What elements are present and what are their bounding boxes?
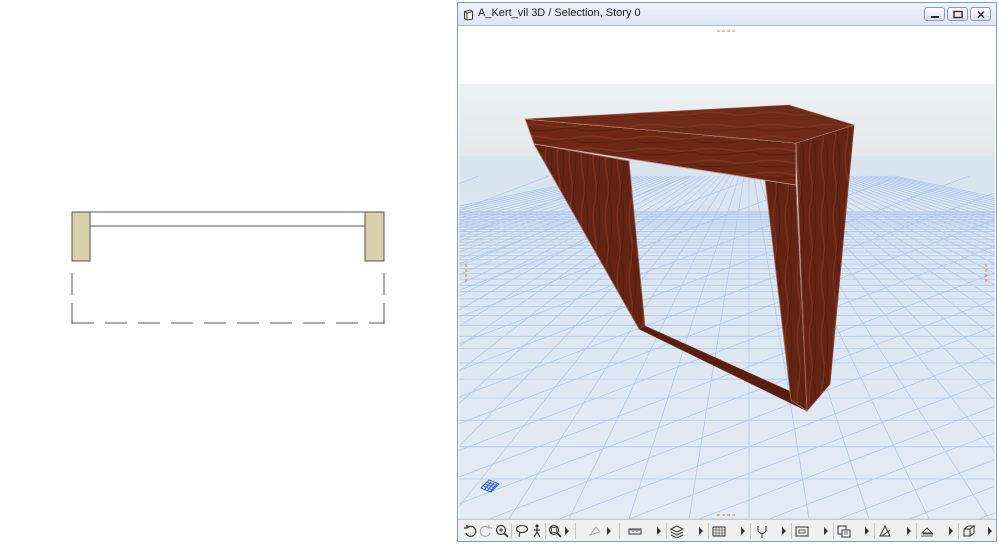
plan-left-post: [71, 211, 91, 262]
floor-plan-view: [0, 0, 455, 543]
explore-icon[interactable]: [588, 523, 602, 538]
measure-icon[interactable]: [628, 523, 642, 538]
walk-icon[interactable]: [531, 523, 543, 538]
3d-window[interactable]: A_Kert_vil 3D / Selection, Story 0: [457, 2, 997, 542]
minimize-button[interactable]: [924, 7, 945, 21]
plan-beam: [89, 211, 366, 227]
plan-right-post: [364, 211, 385, 262]
orbit-icon[interactable]: [463, 523, 477, 538]
redo-view-icon[interactable]: [479, 523, 493, 538]
layers-icon[interactable]: [670, 523, 684, 538]
close-button[interactable]: [970, 7, 991, 21]
hatch-icon[interactable]: [712, 523, 726, 538]
close-icon: [977, 10, 985, 19]
shadow-icon[interactable]: [920, 523, 934, 538]
maximize-button[interactable]: [947, 7, 968, 21]
view-window-icon[interactable]: [962, 523, 976, 538]
pen-icon[interactable]: [755, 523, 769, 538]
zoom-icon[interactable]: [495, 523, 509, 538]
display-icon[interactable]: [795, 523, 809, 538]
perspective-icon[interactable]: [878, 523, 892, 538]
minimize-icon: [931, 16, 939, 18]
plan-drawing: [71, 211, 385, 324]
lasso-icon[interactable]: [515, 523, 529, 538]
window-title-bar[interactable]: A_Kert_vil 3D / Selection, Story 0: [458, 3, 996, 26]
plan-dashed-outline: [71, 273, 385, 324]
3d-viewport[interactable]: [459, 26, 995, 519]
3d-toolbar: [458, 519, 996, 541]
maximize-icon: [953, 10, 963, 19]
fit-zoom-icon[interactable]: [548, 523, 562, 538]
partial-structure-icon[interactable]: [837, 523, 851, 538]
window-title: A_Kert_vil 3D / Selection, Story 0: [478, 7, 641, 19]
3d-window-icon: [463, 8, 474, 21]
